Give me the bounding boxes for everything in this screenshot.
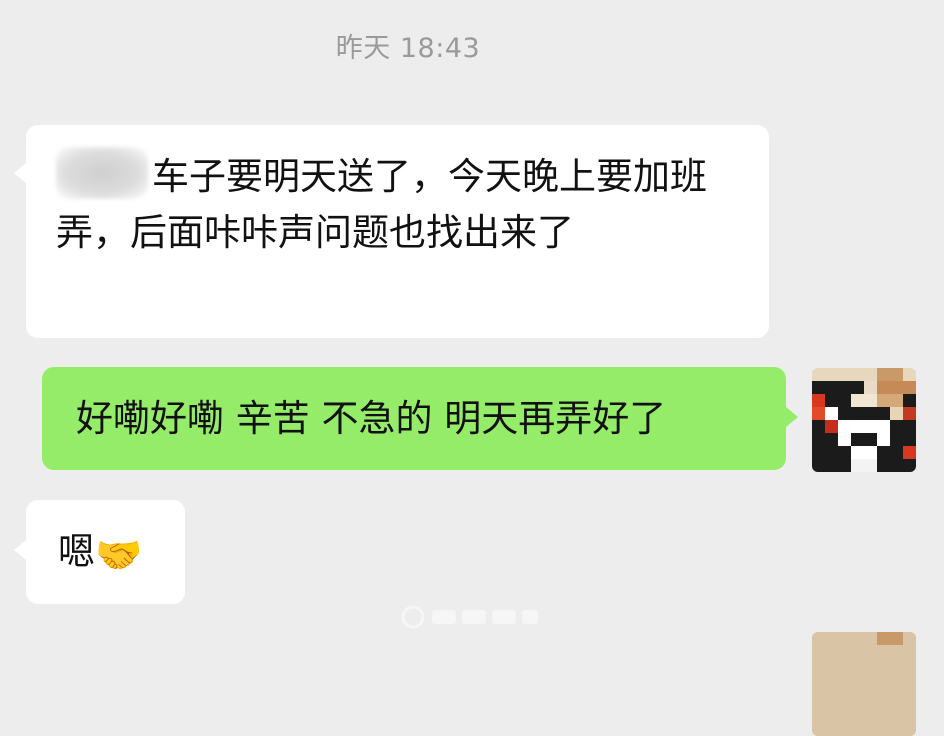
incoming-message-bubble[interactable]: 嗯🤝 <box>14 500 185 604</box>
pixel-art-avatar-icon <box>812 368 916 472</box>
message-text: 嗯 <box>58 530 95 573</box>
incoming-message-bubble[interactable]: 车子要明天送了，今天晚上要加班弄，后面咔咔声问题也找出来了 <box>14 125 769 338</box>
handshake-icon: 🤝 <box>95 533 143 577</box>
user-avatar-icon[interactable] <box>812 368 916 472</box>
message-timestamp: 昨天 18:43 <box>335 33 481 64</box>
bubble-tail <box>14 540 26 560</box>
bubble-tail <box>14 163 26 183</box>
outgoing-message-bubble[interactable]: 好嘞好嘞 辛苦 不急的 明天再弄好了 <box>42 367 798 470</box>
user-avatar-icon[interactable] <box>812 632 916 736</box>
redacted-name-blur <box>56 147 148 199</box>
bubble-tail <box>786 407 798 427</box>
message-text: 好嘞好嘞 辛苦 不急的 明天再弄好了 <box>76 397 667 440</box>
pixel-art-avatar-icon <box>812 632 916 736</box>
weibo-watermark-icon <box>398 602 546 632</box>
message-text: 车子要明天送了，今天晚上要加班弄，后面咔咔声问题也找出来了 <box>56 155 707 254</box>
